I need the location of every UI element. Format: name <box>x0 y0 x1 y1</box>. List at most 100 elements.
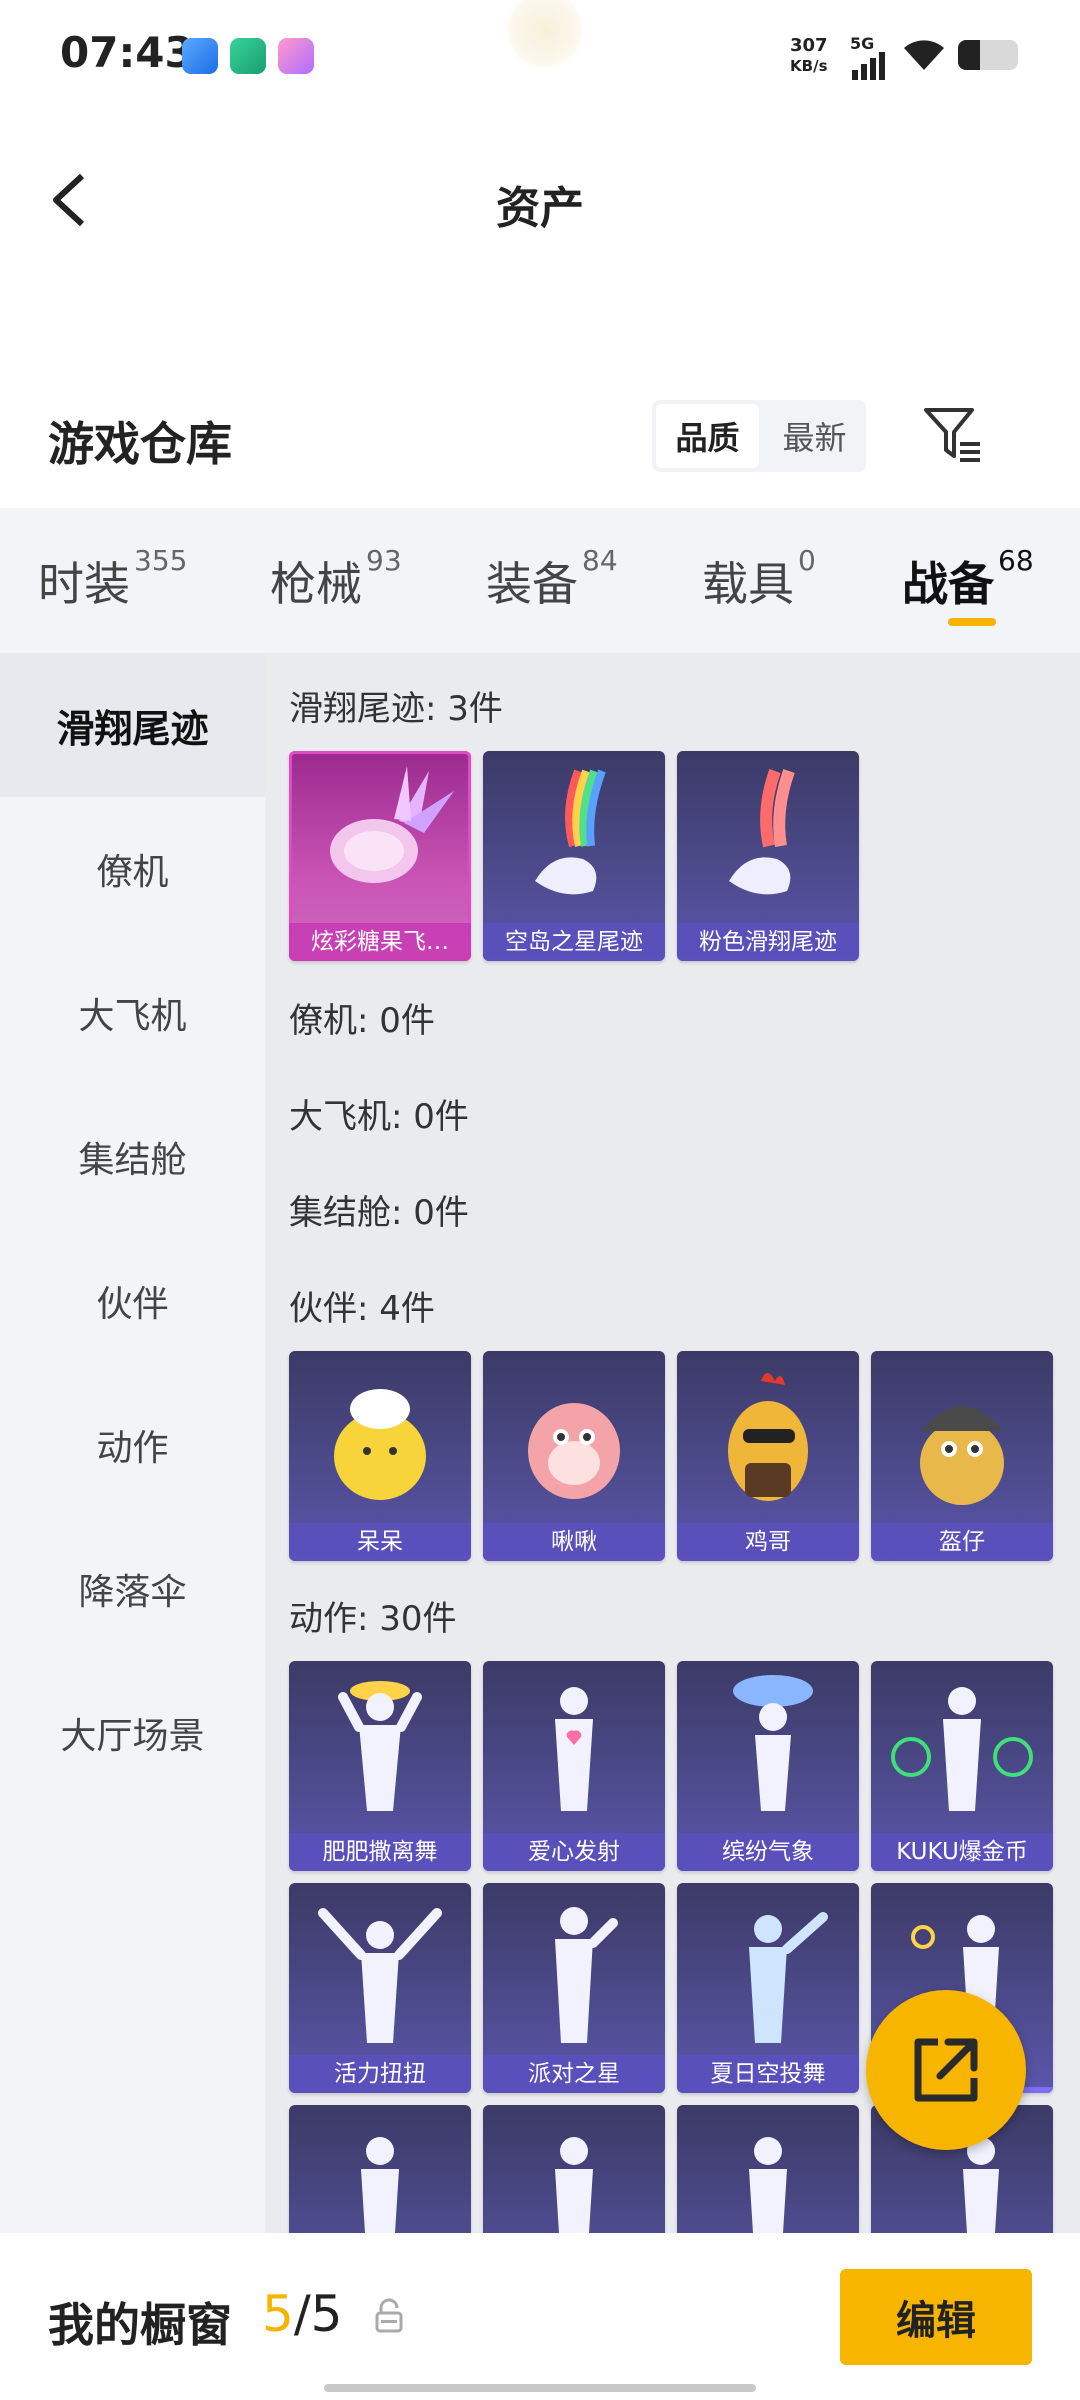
tab-vehicles[interactable]: 载具 0 <box>702 544 816 614</box>
net-speed-unit: KB/s <box>790 57 828 75</box>
net-speed-value: 307 <box>790 35 828 56</box>
signal-icon <box>852 52 885 80</box>
showcase-count-sep: / <box>293 2285 311 2343</box>
item-card[interactable] <box>483 2105 665 2233</box>
item-label: KUKU爆金币 <box>871 1833 1053 1871</box>
tab-label: 枪械 <box>270 557 362 611</box>
item-label: 鸡哥 <box>677 1523 859 1561</box>
tab-count: 0 <box>798 544 816 577</box>
section-title-wingman: 僚机: 0件 <box>289 1001 435 1041</box>
sidebar-item-emote[interactable]: 动作 <box>0 1373 265 1517</box>
dance-pose-art <box>338 1681 422 1811</box>
item-label: 粉色滑翔尾迹 <box>677 923 859 961</box>
decoration-glow <box>505 0 585 70</box>
item-label: 炫彩糖果飞… <box>289 923 471 961</box>
crown-app-icon <box>278 38 314 74</box>
item-card[interactable]: 盔仔 <box>871 1351 1053 1561</box>
notification-icons <box>182 38 314 74</box>
section-title-trail: 滑翔尾迹: 3件 <box>289 689 503 729</box>
bird-jiujiu-art <box>528 1403 620 1499</box>
item-card[interactable]: 缤纷气象 <box>677 1661 859 1871</box>
section-title-emote: 动作: 30件 <box>289 1599 457 1639</box>
app-header: 资产 <box>0 140 1080 260</box>
home-indicator[interactable] <box>324 2384 756 2392</box>
item-card[interactable]: 呆呆 <box>289 1351 471 1561</box>
section-title-plane: 大飞机: 0件 <box>289 1097 469 1137</box>
sidebar-item-wingman[interactable]: 僚机 <box>0 797 265 941</box>
tab-equipment[interactable]: 装备 84 <box>486 544 618 614</box>
sidebar-item-parachute[interactable]: 降落伞 <box>0 1517 265 1661</box>
rainbow-trail-art <box>535 769 606 895</box>
item-label: 啾啾 <box>483 1523 665 1561</box>
item-label: 爱心发射 <box>483 1833 665 1871</box>
battery-icon <box>958 40 1018 70</box>
item-card[interactable]: 派对之星 <box>483 1883 665 2093</box>
share-fab-button[interactable] <box>866 1990 1026 2150</box>
sort-newest-button[interactable]: 最新 <box>763 400 866 472</box>
item-card[interactable]: 啾啾 <box>483 1351 665 1561</box>
emote-pose-art <box>555 2137 593 2233</box>
warehouse-title: 游戏仓库 <box>48 417 232 471</box>
item-label: 肥肥撒离舞 <box>289 1833 471 1871</box>
tab-label: 装备 <box>486 557 578 611</box>
showcase-count-total: 5 <box>310 2285 343 2343</box>
section-title-pod: 集结舱: 0件 <box>289 1193 469 1233</box>
item-label: 呆呆 <box>289 1523 471 1561</box>
chick-daidai-art <box>334 1389 426 1500</box>
tab-count: 355 <box>134 544 188 577</box>
lock-icon <box>375 2298 403 2333</box>
item-label: 空岛之星尾迹 <box>483 923 665 961</box>
network-type: 5G <box>850 34 875 53</box>
tab-fashion[interactable]: 时装 355 <box>38 544 187 614</box>
sidebar-item-lobby-scene[interactable]: 大厅场景 <box>0 1661 265 1805</box>
tab-guns[interactable]: 枪械 93 <box>270 544 402 614</box>
item-card[interactable]: 鸡哥 <box>677 1351 859 1561</box>
item-card[interactable]: 活力扭扭 <box>289 1883 471 2093</box>
sidebar-item-pod[interactable]: 集结舱 <box>0 1085 265 1229</box>
rooster-jige-art <box>728 1373 808 1501</box>
net-speed: 307 KB/s <box>790 36 828 76</box>
emote-pose-art <box>749 2137 787 2233</box>
status-bar: 07:43 307 KB/s 5G <box>0 0 1080 110</box>
item-card[interactable]: 空岛之星尾迹 <box>483 751 665 961</box>
section-title-partner: 伙伴: 4件 <box>289 1289 435 1329</box>
item-card[interactable]: 肥肥撒离舞 <box>289 1661 471 1871</box>
share-icon <box>914 2038 978 2102</box>
candy-trail-art <box>330 766 454 883</box>
sidebar: 滑翔尾迹 僚机 大飞机 集结舱 伙伴 动作 降落伞 大厅场景 <box>0 653 265 2233</box>
item-card[interactable]: 炫彩糖果飞… <box>289 751 471 961</box>
item-card[interactable] <box>677 2105 859 2233</box>
category-tabs: 时装 355 枪械 93 装备 84 载具 0 战备 68 <box>0 508 1080 653</box>
item-label: 缤纷气象 <box>677 1833 859 1871</box>
item-card[interactable]: 粉色滑翔尾迹 <box>677 751 859 961</box>
party-pose-art <box>555 1907 618 2043</box>
item-label: 活力扭扭 <box>289 2055 471 2093</box>
tab-battle-prep[interactable]: 战备 68 <box>902 544 1034 614</box>
helmet-chick-art <box>920 1406 1004 1505</box>
sort-quality-button[interactable]: 品质 <box>656 404 759 468</box>
tab-label: 战备 <box>902 557 994 611</box>
filter-icon[interactable] <box>920 402 986 468</box>
item-label: 派对之星 <box>483 2055 665 2093</box>
sidebar-item-plane[interactable]: 大飞机 <box>0 941 265 1085</box>
tab-label: 时装 <box>38 557 130 611</box>
item-card[interactable]: 爱心发射 <box>483 1661 665 1871</box>
app-notification-icon <box>182 38 218 74</box>
sidebar-item-partner[interactable]: 伙伴 <box>0 1229 265 1373</box>
sidebar-item-trail[interactable]: 滑翔尾迹 <box>0 653 265 797</box>
pink-trail-art <box>729 769 795 895</box>
item-card[interactable]: KUKU爆金币 <box>871 1661 1053 1871</box>
item-card[interactable]: 夏日空投舞 <box>677 1883 859 2093</box>
item-card[interactable] <box>289 2105 471 2233</box>
edit-button[interactable]: 编辑 <box>840 2269 1032 2365</box>
cheer-pose-art <box>318 1908 442 2043</box>
showcase-count-current: 5 <box>262 2285 294 2343</box>
tab-count: 84 <box>582 544 618 577</box>
sort-toggle: 品质 最新 <box>652 400 866 472</box>
page-title: 资产 <box>496 183 584 234</box>
tab-count: 93 <box>366 544 402 577</box>
showcase-bar: 我的橱窗 5/5 编辑 <box>0 2233 1080 2400</box>
item-label: 夏日空投舞 <box>677 2055 859 2093</box>
item-label: 盔仔 <box>871 1523 1053 1561</box>
status-time: 07:43 <box>60 28 194 77</box>
